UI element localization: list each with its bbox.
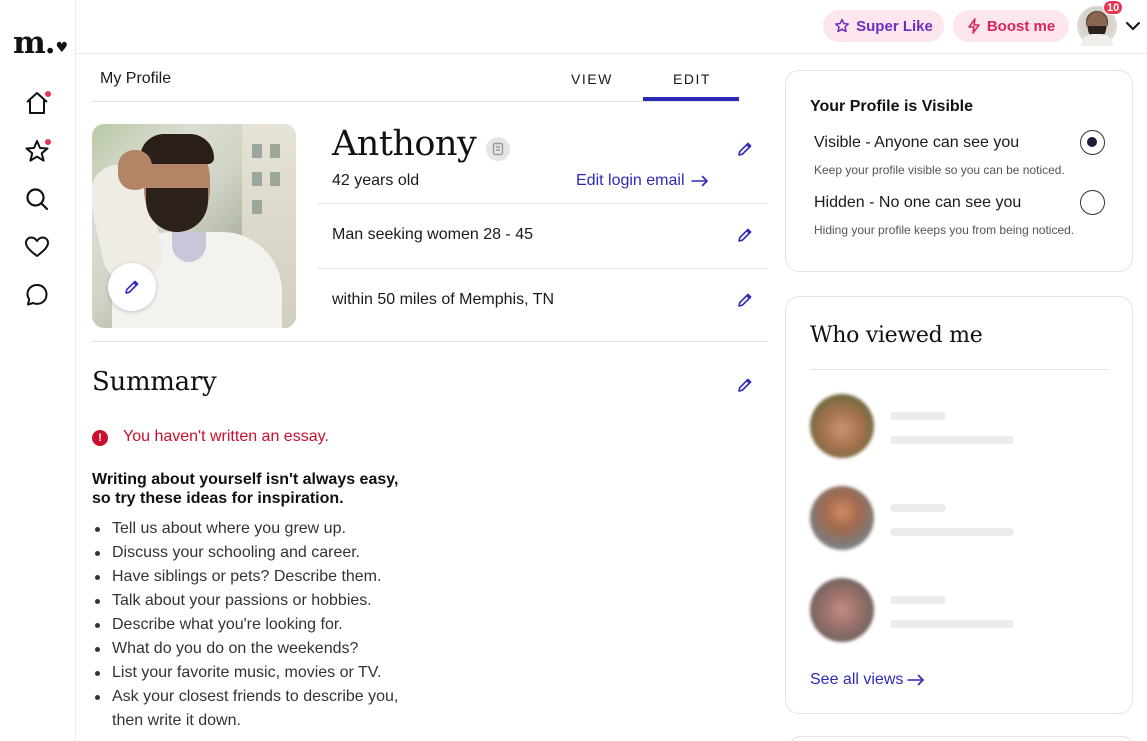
viewer-avatar-blurred [810, 486, 874, 550]
profile-age: 42 years old [332, 172, 420, 189]
viewer-placeholder-line [890, 504, 946, 512]
verification-icon[interactable] [486, 137, 510, 161]
seeking-text: Man seeking women 28 - 45 [332, 226, 533, 243]
profile-name: Anthony [332, 124, 477, 164]
ideas-list: Tell us about where you grew up. Discuss… [95, 517, 432, 733]
summary-title: Summary [92, 367, 217, 397]
home-notification-dot [44, 90, 52, 98]
viewer-avatar-blurred [810, 394, 874, 458]
visible-radio[interactable] [1080, 130, 1105, 155]
super-like-star-icon [835, 18, 850, 33]
arrow-right-icon [690, 175, 708, 187]
edit-login-email-label: Edit login email [576, 172, 685, 189]
viewer-item[interactable] [810, 394, 1110, 460]
sidebar: m.♥ [0, 0, 76, 741]
edit-location-pencil-icon[interactable] [736, 291, 754, 309]
list-item: Discuss your schooling and career. [95, 541, 432, 565]
pencil-icon [125, 280, 139, 294]
list-item: Ask your closest friends to describe you… [95, 685, 432, 733]
arrow-right-icon [907, 674, 925, 686]
who-viewed-card: Who viewed me See all views [785, 296, 1133, 714]
edit-photo-button[interactable] [108, 263, 156, 311]
viewer-placeholder-line [890, 596, 946, 604]
boost-button[interactable]: Boost me [953, 10, 1069, 42]
see-all-views-link[interactable]: See all views [810, 671, 925, 689]
edit-summary-pencil-icon[interactable] [736, 376, 754, 394]
nav-star-icon[interactable] [23, 137, 52, 165]
hidden-option-desc: Hiding your profile keeps you from being… [814, 223, 1075, 237]
who-viewed-title: Who viewed me [810, 323, 983, 348]
active-tab-indicator [643, 97, 739, 101]
edit-seeking-pencil-icon[interactable] [736, 226, 754, 244]
divider [317, 203, 768, 204]
nav-heart-icon[interactable] [23, 233, 51, 261]
nav-search-icon[interactable] [23, 185, 51, 213]
super-like-label: Super Like [856, 17, 933, 35]
nav-home-icon[interactable] [23, 89, 52, 117]
star-notification-dot [44, 138, 52, 146]
viewer-placeholder-line [890, 528, 1014, 536]
viewer-item[interactable] [810, 486, 1110, 552]
page-title: My Profile [100, 70, 172, 87]
super-like-button[interactable]: Super Like [823, 10, 944, 42]
alert-circle-icon: ! [92, 430, 108, 446]
visibility-title: Your Profile is Visible [810, 98, 974, 115]
profile-tabs: My Profile VIEW EDIT [92, 56, 739, 102]
list-item: What do you do on the weekends? [95, 637, 432, 661]
list-item: Have siblings or pets? Describe them. [95, 565, 432, 589]
see-all-views-label: See all views [810, 671, 904, 688]
boost-lightning-icon [968, 18, 980, 34]
viewer-item[interactable] [810, 578, 1110, 644]
app-root: m.♥ Super Like Boost me 10 My Profile VI… [0, 0, 1147, 741]
notification-count-badge: 10 [1103, 0, 1124, 15]
logo-heart-icon: ♥ [55, 40, 69, 56]
brand-logo[interactable]: m.♥ [13, 28, 69, 59]
hidden-radio[interactable] [1080, 190, 1105, 215]
tab-view[interactable]: VIEW [571, 71, 613, 87]
list-item: List your favorite music, movies or TV. [95, 661, 432, 685]
viewer-placeholder-line [890, 620, 1014, 628]
visible-option-label[interactable]: Visible - Anyone can see you [814, 134, 1019, 152]
list-item: Tell us about where you grew up. [95, 517, 432, 541]
list-item: Describe what you're looking for. [95, 613, 432, 637]
divider [92, 341, 768, 342]
list-item: Talk about your passions or hobbies. [95, 589, 432, 613]
boost-label: Boost me [986, 17, 1056, 35]
edit-login-email-link[interactable]: Edit login email [576, 172, 709, 190]
edit-name-pencil-icon[interactable] [736, 140, 754, 158]
divider [317, 268, 768, 269]
essay-warning: You haven't written an essay. [123, 428, 329, 445]
tab-edit[interactable]: EDIT [673, 71, 711, 87]
viewer-placeholder-line [890, 436, 1014, 444]
top-bar: Super Like Boost me 10 [76, 0, 1147, 54]
hidden-option-label[interactable]: Hidden - No one can see you [814, 194, 1021, 212]
divider [810, 369, 1108, 370]
location-text: within 50 miles of Memphis, TN [332, 291, 554, 308]
nav-chat-icon[interactable] [23, 281, 51, 309]
visible-option-desc: Keep your profile visible so you can be … [814, 163, 1065, 177]
visibility-card: Your Profile is Visible Visible - Anyone… [785, 70, 1133, 272]
ideas-heading: Writing about yourself isn't always easy… [92, 471, 399, 507]
account-menu-chevron-down-icon[interactable] [1123, 16, 1143, 36]
viewer-avatar-blurred [810, 578, 874, 642]
next-card-peek [790, 736, 1133, 741]
viewer-placeholder-line [890, 412, 946, 420]
